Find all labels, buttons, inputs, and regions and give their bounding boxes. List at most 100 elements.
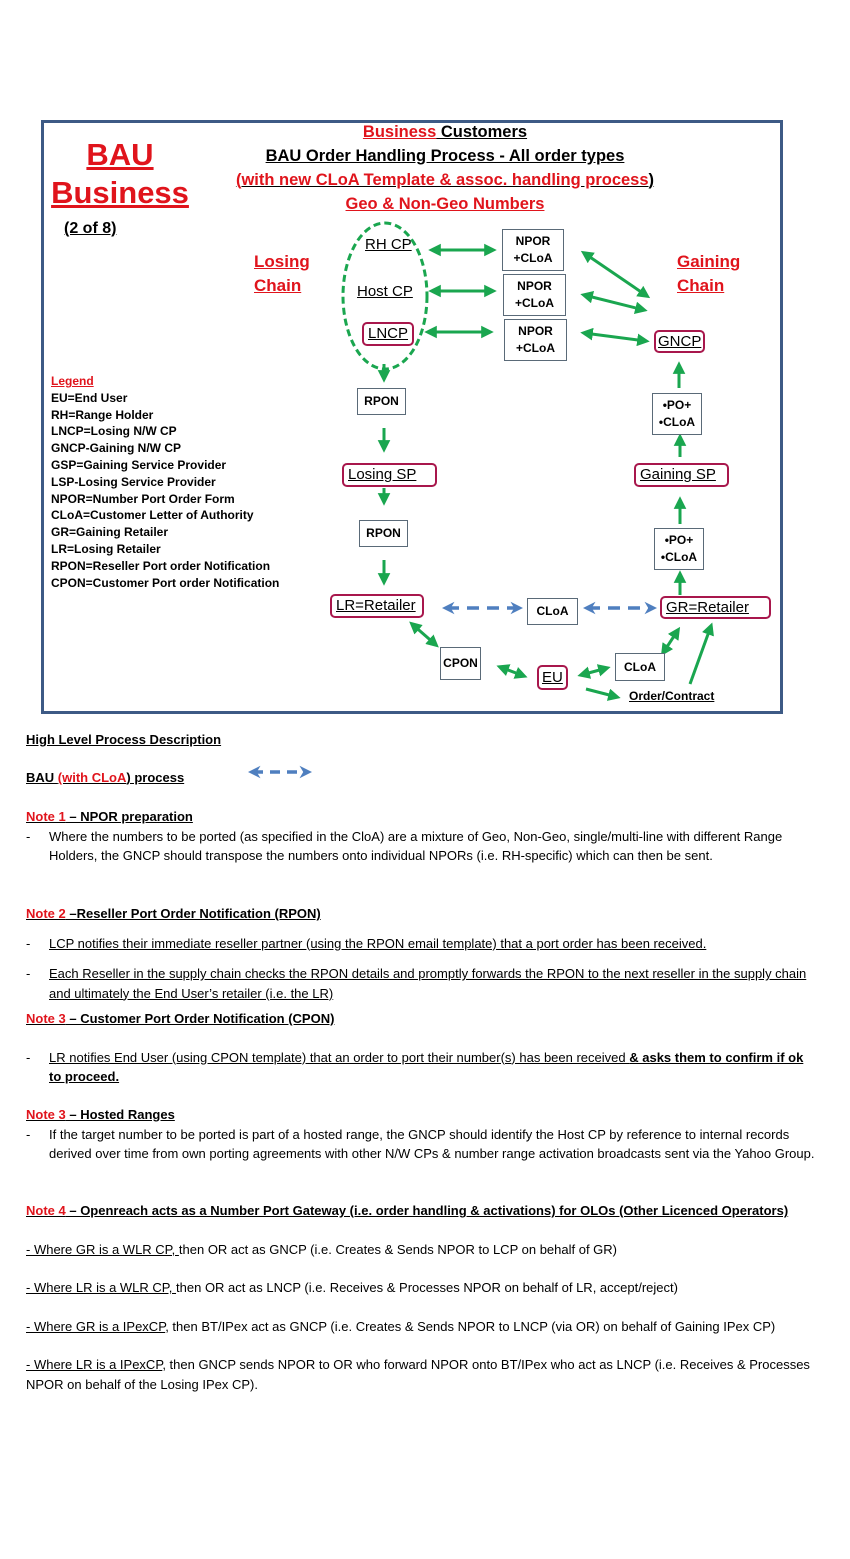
- legend-item: RH=Range Holder: [51, 407, 154, 422]
- title-line4: Geo & Non-Geo Numbers: [345, 195, 545, 213]
- cloa-box-bottom: CLoA: [615, 653, 665, 681]
- note2-label: Note 2: [26, 906, 66, 921]
- legend-item: CPON=Customer Port order Notification: [51, 575, 280, 590]
- npor-label: NPOR: [517, 279, 552, 293]
- note4-item: - Where GR is a WLR CP, then OR act as G…: [26, 1240, 816, 1260]
- title-business: Business: [362, 123, 437, 141]
- bau-title-line1: BAU: [86, 137, 154, 172]
- note2: Note 2 –Reseller Port Order Notification…: [26, 904, 816, 1003]
- title-customers: Customers: [436, 123, 528, 141]
- note4-item: - Where LR is a IPexCP, then GNCP sends …: [26, 1355, 816, 1394]
- node-gaining-sp: Gaining SP: [634, 463, 729, 487]
- rpon-label: RPON: [366, 526, 401, 540]
- note4-item-text: then OR act as GNCP (i.e. Creates & Send…: [178, 1241, 618, 1257]
- rpon-box-2: RPON: [359, 520, 408, 547]
- cpon-box: CPON: [440, 647, 481, 680]
- gaining-chain-label: Gaining Chain: [677, 250, 740, 298]
- note4-label: Note 4: [26, 1203, 66, 1218]
- legend-title: Legend: [51, 374, 94, 388]
- note1: Note 1 – NPOR preparation Where the numb…: [26, 807, 816, 866]
- po-label: •PO+: [662, 398, 692, 412]
- po-label: •PO+: [664, 533, 694, 547]
- legend-item: LNCP=Losing N/W CP: [51, 424, 177, 439]
- note3-hosted: Note 3 – Hosted Ranges If the target num…: [26, 1105, 816, 1164]
- note4: Note 4 – Openreach acts as a Number Port…: [26, 1201, 816, 1394]
- note2-heading: Note 2 –Reseller Port Order Notification…: [26, 904, 816, 924]
- legend-item: CLoA=Customer Letter of Authority: [51, 508, 254, 523]
- losing-chain-label: Losing Chain: [254, 250, 310, 298]
- note4-item-text: then OR act as LNCP (i.e. Receives & Pro…: [176, 1280, 678, 1295]
- paren-close: ): [648, 171, 655, 189]
- gaining-sp-label: Gaining SP: [640, 466, 716, 483]
- node-gncp: GNCP: [654, 330, 706, 353]
- note2-bullet: Each Reseller in the supply chain checks…: [26, 964, 816, 1003]
- legend-item: NPOR=Number Port Order Form: [51, 491, 235, 506]
- title-cloa-template: with new CLoA Template & assoc. handling…: [241, 171, 649, 189]
- legend: Legend EU=End User RH=Range Holder LNCP=…: [51, 373, 279, 591]
- cpon-label: CPON: [443, 656, 478, 670]
- note4-item-condition: - Where GR is a WLR CP,: [26, 1241, 179, 1257]
- note4-item-condition: - Where LR is a WLR CP,: [26, 1280, 177, 1295]
- note3-bullet-text: LR notifies End User (using CPON templat…: [49, 1049, 630, 1065]
- cloa-box-center: CLoA: [527, 598, 578, 625]
- note2-title: –Reseller Port Order Notification (RPON): [65, 906, 321, 921]
- note3-hosted-heading: Note 3 – Hosted Ranges: [26, 1105, 816, 1125]
- node-losing-sp: Losing SP: [342, 463, 437, 487]
- note4-item-condition: - Where LR is a IPexCP: [26, 1357, 163, 1372]
- npor-label: NPOR: [515, 234, 551, 248]
- cloa-label: +CLoA: [515, 296, 554, 310]
- legend-item: LSP-Losing Service Provider: [51, 474, 216, 489]
- note1-heading: Note 1 – NPOR preparation: [26, 807, 816, 827]
- node-rh-cp: RH CP: [365, 236, 412, 253]
- losing-chain-line1: Losing: [254, 252, 310, 271]
- node-eu: EU: [537, 665, 568, 690]
- lr-retailer-label: LR=Retailer: [336, 597, 416, 614]
- note4-item-condition: - Where GR is a IPexCP: [26, 1318, 166, 1334]
- gr-retailer-label: GR=Retailer: [666, 598, 749, 616]
- eu-label: EU: [542, 668, 563, 686]
- npor-cloa-box-3: NPOR +CLoA: [504, 319, 567, 361]
- po-cloa-box-2: •PO+ •CLoA: [654, 528, 704, 570]
- npor-cloa-box-2: NPOR +CLoA: [503, 274, 566, 316]
- note3-cpon: Note 3 – Customer Port Order Notificatio…: [26, 1009, 816, 1087]
- bau-process-legend: BAU (with CLoA) process: [26, 768, 816, 788]
- legend-item: RPON=Reseller Port order Notification: [51, 558, 271, 573]
- cloa-label: CLoA: [536, 604, 569, 618]
- legend-item: GNCP-Gaining N/W CP: [51, 441, 181, 456]
- note4-item: - Where GR is a IPexCP, then BT/IPex act…: [26, 1317, 816, 1337]
- losing-sp-label: Losing SP: [348, 466, 417, 483]
- npor-label: NPOR: [518, 324, 553, 338]
- rpon-box-1: RPON: [357, 388, 406, 415]
- section-heading: High Level Process Description: [26, 732, 222, 747]
- node-host-cp: Host CP: [357, 283, 413, 300]
- losing-chain-line2: Chain: [254, 276, 302, 295]
- bau-business-title: BAU Business: [50, 136, 190, 212]
- cloa-label: +CLoA: [516, 341, 555, 355]
- note3-cpon-bullet: LR notifies End User (using CPON templat…: [26, 1048, 816, 1087]
- title-line2: BAU Order Handling Process - All order t…: [265, 147, 625, 165]
- note1-bullet: Where the numbers to be ported (as speci…: [26, 827, 816, 866]
- node-gr-retailer: GR=Retailer: [660, 596, 771, 619]
- gncp-label: GNCP: [658, 332, 702, 350]
- note3-title: – Customer Port Order Notification (CPON…: [65, 1011, 335, 1026]
- note4-heading: Note 4 – Openreach acts as a Number Port…: [26, 1201, 816, 1221]
- note3-cpon-heading: Note 3 – Customer Port Order Notificatio…: [26, 1009, 816, 1029]
- cloa-label: +CLoA: [513, 251, 553, 265]
- cloa-label: •CLoA: [660, 550, 698, 564]
- title-line3: (with new CLoA Template & assoc. handlin…: [180, 168, 710, 192]
- note1-title: – NPOR preparation: [65, 809, 193, 824]
- note3b-title: – Hosted Ranges: [65, 1107, 175, 1122]
- note3b-label: Note 3: [26, 1107, 66, 1122]
- npor-cloa-box-1: NPOR +CLoA: [502, 229, 564, 271]
- po-cloa-box-1: •PO+ •CLoA: [652, 393, 702, 435]
- legend-item: LR=Losing Retailer: [51, 541, 161, 556]
- page-count: (2 of 8): [64, 220, 117, 237]
- bau-title-line2: Business: [51, 175, 189, 210]
- note4-item-text: , then BT/IPex act as GNCP (i.e. Creates…: [165, 1318, 776, 1334]
- bau-with-cloa: (with CLoA: [57, 770, 127, 785]
- cloa-label: CLoA: [624, 659, 656, 674]
- legend-item: GSP=Gaining Service Provider: [51, 457, 227, 472]
- order-contract-label: Order/Contract: [629, 689, 715, 703]
- title-line1: Business Customers: [200, 120, 690, 144]
- rpon-label: RPON: [364, 394, 399, 408]
